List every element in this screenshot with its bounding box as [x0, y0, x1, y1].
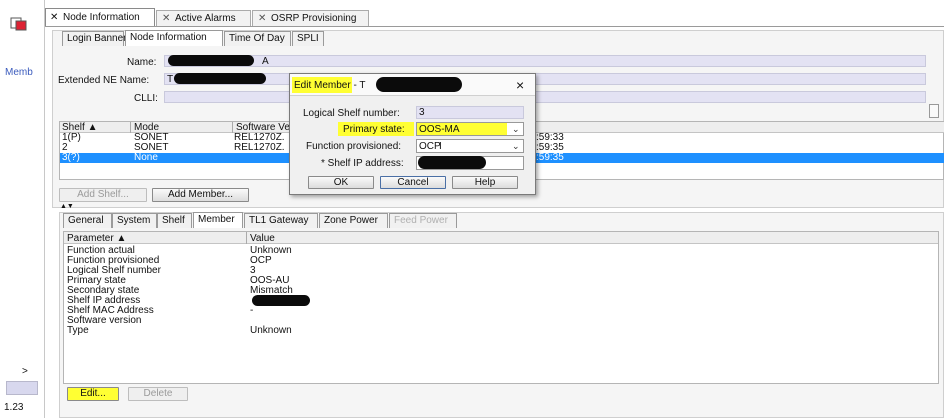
- cell-parameter: Type: [67, 325, 89, 336]
- top-tab-underline: [45, 26, 944, 27]
- splitter-handle[interactable]: ▲▼: [60, 203, 74, 210]
- cell-value: Unknown: [250, 325, 292, 336]
- tab-feed-power[interactable]: Feed Power: [389, 213, 457, 228]
- redacted-dialog-title: [376, 77, 462, 92]
- col-divider: [246, 232, 247, 244]
- add-member-button[interactable]: Add Member...: [152, 188, 249, 202]
- tab-time-of-day[interactable]: Time Of Day: [224, 31, 291, 46]
- left-panel: [0, 0, 44, 418]
- logical-shelf-value: 3: [419, 107, 425, 118]
- tab-login-banner[interactable]: Login Banner: [62, 31, 127, 46]
- left-divider: [44, 0, 45, 418]
- extended-ne-name-label: Extended NE Name:: [58, 75, 150, 86]
- redacted-ext-name: [174, 73, 266, 84]
- col-divider: [130, 122, 131, 133]
- help-button[interactable]: Help: [452, 176, 518, 189]
- chevron-down-icon[interactable]: ⌄: [512, 141, 520, 152]
- name-label: Name:: [127, 57, 157, 68]
- table-row[interactable]: Primary state OOS-AU: [64, 275, 938, 286]
- name-field-value: A: [262, 56, 269, 67]
- dialog-title: Edit Member - T: [294, 80, 366, 91]
- ok-button[interactable]: OK: [308, 176, 374, 189]
- tab-member[interactable]: Member: [193, 212, 243, 228]
- table-row[interactable]: Shelf IP address: [64, 295, 938, 306]
- delete-button[interactable]: Delete: [128, 387, 188, 401]
- table-row[interactable]: Function provisioned OCP: [64, 255, 938, 266]
- close-icon[interactable]: ×: [516, 78, 524, 92]
- tab-label: OSRP Provisioning: [271, 13, 357, 24]
- expand-arrow-icon[interactable]: >: [22, 366, 28, 377]
- name-field[interactable]: [164, 55, 926, 67]
- cancel-button[interactable]: Cancel: [380, 176, 446, 189]
- tab-system[interactable]: System: [112, 213, 157, 228]
- cell-shelf: 3(?): [62, 152, 80, 163]
- top-tab-active-alarms[interactable]: ✕ Active Alarms: [156, 10, 251, 26]
- text-cursor-icon: I: [439, 141, 442, 152]
- chevron-down-icon[interactable]: ⌄: [512, 124, 520, 135]
- member-nav-label[interactable]: Memb: [5, 67, 33, 78]
- shelf-ip-label: * Shelf IP address:: [321, 158, 404, 169]
- tab-shelf[interactable]: Shelf: [157, 213, 192, 228]
- primary-state-value: OOS-MA: [419, 124, 460, 135]
- col-divider: [232, 122, 233, 133]
- tab-tl1-gateway[interactable]: TL1 Gateway: [244, 213, 318, 228]
- close-icon[interactable]: ✕: [258, 13, 266, 24]
- cell-software: REL1270Z.: [234, 142, 285, 153]
- tab-label: Active Alarms: [175, 13, 236, 24]
- left-scroll-box[interactable]: [6, 381, 38, 395]
- extended-ne-name-field[interactable]: [164, 73, 926, 85]
- table-row[interactable]: Function actual Unknown: [64, 245, 938, 256]
- top-tab-osrp[interactable]: ✕ OSRP Provisioning: [252, 10, 369, 26]
- close-icon[interactable]: ✕: [50, 12, 58, 23]
- clli-field[interactable]: [164, 91, 926, 103]
- clli-label: CLLI:: [134, 93, 158, 104]
- add-shelf-button[interactable]: Add Shelf...: [59, 188, 147, 202]
- tab-spli[interactable]: SPLI: [292, 31, 324, 46]
- primary-state-select[interactable]: OOS-MA ⌄: [416, 122, 524, 136]
- redacted-name: [168, 55, 254, 66]
- table-row[interactable]: Secondary state Mismatch: [64, 285, 938, 296]
- tab-general[interactable]: General: [63, 213, 112, 228]
- table-row[interactable]: Shelf MAC Address -: [64, 305, 938, 316]
- function-provisioned-label: Function provisioned:: [306, 141, 402, 152]
- table-row[interactable]: Type Unknown: [64, 325, 938, 336]
- primary-state-label: Primary state:: [343, 124, 405, 135]
- logical-shelf-field[interactable]: [416, 106, 524, 119]
- cell-mode: None: [134, 152, 158, 163]
- tab-label: Node Information: [63, 12, 140, 23]
- version-text: 1.23: [4, 402, 24, 413]
- cell-time: :59:35: [536, 152, 564, 163]
- extended-ne-name-value: T: [167, 74, 174, 85]
- top-tab-node-info[interactable]: ✕ Node Information: [45, 8, 155, 26]
- side-scroll-button[interactable]: [929, 104, 939, 118]
- function-provisioned-value: OCP: [419, 141, 441, 152]
- logical-shelf-label: Logical Shelf number:: [303, 108, 400, 119]
- function-provisioned-select[interactable]: OCP I ⌄: [416, 139, 524, 153]
- column-header-value[interactable]: Value: [250, 233, 275, 244]
- edit-button[interactable]: Edit...: [67, 387, 119, 401]
- parameter-table-header: [64, 232, 938, 244]
- copy-icon[interactable]: [10, 17, 28, 31]
- table-row[interactable]: Software version: [64, 315, 938, 326]
- column-header-parameter[interactable]: Parameter ▲: [67, 233, 126, 244]
- redacted-ip-input: [418, 156, 486, 169]
- tab-zone-power[interactable]: Zone Power: [319, 213, 388, 228]
- close-icon[interactable]: ✕: [162, 13, 170, 24]
- table-row[interactable]: Logical Shelf number 3: [64, 265, 938, 276]
- tab-node-information[interactable]: Node Information: [125, 30, 223, 46]
- edit-member-dialog: Edit Member - T × Logical Shelf number: …: [289, 73, 536, 195]
